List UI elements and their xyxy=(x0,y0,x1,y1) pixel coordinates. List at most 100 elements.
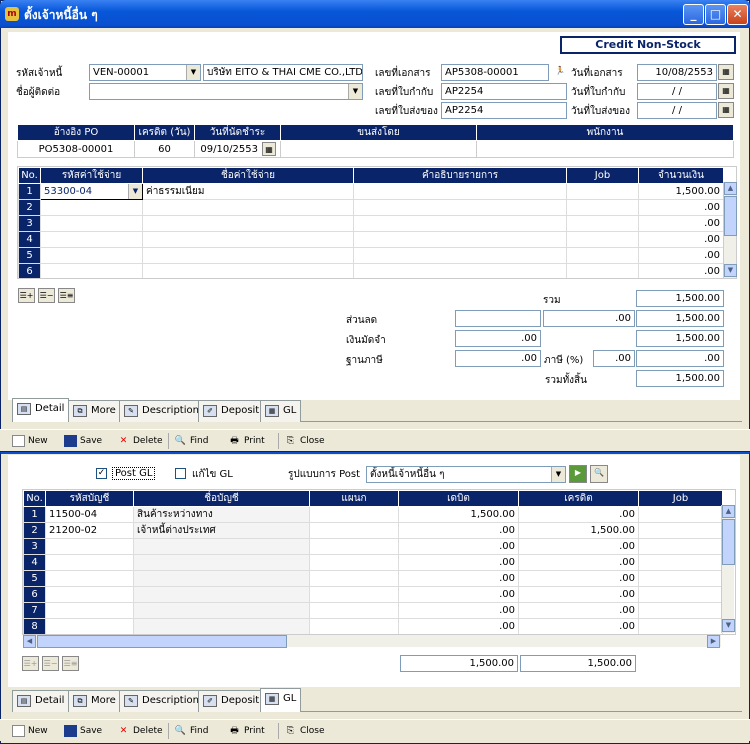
po-ref-cell[interactable]: PO5308-00001 xyxy=(17,140,135,158)
delete-button[interactable]: ✕ Delete xyxy=(117,723,163,739)
amount-cell[interactable]: .00 xyxy=(638,247,724,264)
expense-code-cell[interactable] xyxy=(40,231,143,248)
lookup-icon[interactable]: 🔍 xyxy=(590,465,608,483)
dept-cell[interactable] xyxy=(309,602,399,619)
edit-gl-checkbox[interactable] xyxy=(175,468,186,479)
amount-cell[interactable]: .00 xyxy=(638,199,724,216)
account-name-cell[interactable] xyxy=(133,618,310,634)
expense-name-cell[interactable] xyxy=(142,231,354,248)
tab-description[interactable]: ✎ Description xyxy=(119,690,204,712)
amount-cell[interactable]: .00 xyxy=(638,215,724,232)
discount-amount-field[interactable]: .00 xyxy=(543,310,635,327)
credit-cell[interactable]: .00 xyxy=(518,506,639,523)
description-cell[interactable] xyxy=(353,247,567,264)
run-post-icon[interactable]: ▶ xyxy=(569,465,587,483)
dlv-date-field[interactable]: / / xyxy=(637,102,717,119)
account-code-cell[interactable] xyxy=(45,554,134,571)
credit-cell[interactable]: .00 xyxy=(518,570,639,587)
table-row[interactable]: 5.00 xyxy=(18,247,724,264)
credit-cell[interactable]: .00 xyxy=(518,618,639,634)
dept-cell[interactable] xyxy=(309,554,399,571)
job-cell[interactable] xyxy=(638,602,723,619)
chevron-down-icon[interactable]: ▼ xyxy=(348,84,362,99)
account-name-cell[interactable] xyxy=(133,554,310,571)
credit-cell[interactable]: .00 xyxy=(518,586,639,603)
job-cell[interactable] xyxy=(638,570,723,587)
post-gl-checkbox[interactable]: ✓ xyxy=(96,468,107,479)
scroll-up-icon[interactable]: ▲ xyxy=(722,505,735,518)
ship-by-cell[interactable] xyxy=(280,140,477,158)
job-cell[interactable] xyxy=(566,215,639,232)
table-row[interactable]: 5 .00.00 xyxy=(23,570,723,587)
gl-vscrollbar[interactable]: ▲ ▼ xyxy=(721,505,735,633)
table-row[interactable]: 2.00 xyxy=(18,199,724,216)
debit-cell[interactable]: .00 xyxy=(398,618,519,634)
amount-cell[interactable]: .00 xyxy=(638,263,724,278)
expense-name-cell[interactable] xyxy=(142,215,354,232)
inv-no-field[interactable]: AP2254 xyxy=(441,83,567,100)
discount-text-field[interactable] xyxy=(455,310,541,327)
debit-cell[interactable]: .00 xyxy=(398,554,519,571)
deposit-field[interactable]: .00 xyxy=(455,330,541,347)
account-name-cell[interactable]: เจ้าหนี้ต่างประเทศ xyxy=(133,522,310,539)
vendor-name-field[interactable]: บริษัท EITO & THAI CME CO.,LTD. xyxy=(203,64,363,81)
job-cell[interactable] xyxy=(638,538,723,555)
table-row[interactable]: 4.00 xyxy=(18,231,724,248)
scroll-down-icon[interactable]: ▼ xyxy=(724,264,737,277)
account-code-cell[interactable] xyxy=(45,586,134,603)
table-row[interactable]: 6.00 xyxy=(18,263,724,278)
new-button[interactable]: New xyxy=(12,723,48,739)
tab-gl[interactable]: ▦ GL xyxy=(260,400,302,422)
credit-cell[interactable]: .00 xyxy=(518,602,639,619)
expense-name-cell[interactable] xyxy=(142,199,354,216)
debit-cell[interactable]: .00 xyxy=(398,522,519,539)
print-button[interactable]: 🖶 Print xyxy=(228,433,264,449)
table-row[interactable]: 4 .00.00 xyxy=(23,554,723,571)
job-cell[interactable] xyxy=(638,586,723,603)
expense-name-cell[interactable]: ค่าธรรมเนียม xyxy=(142,183,354,200)
print-button[interactable]: 🖶 Print xyxy=(228,723,264,739)
job-cell[interactable] xyxy=(566,231,639,248)
expense-code-cell[interactable] xyxy=(40,199,143,216)
close-button[interactable]: ⎘ Close xyxy=(284,723,325,739)
chevron-down-icon[interactable]: ▼ xyxy=(551,467,565,482)
job-cell[interactable] xyxy=(566,199,639,216)
credit-cell[interactable]: 1,500.00 xyxy=(518,522,639,539)
description-cell[interactable] xyxy=(353,183,567,200)
tab-more[interactable]: ⧉ More xyxy=(68,690,121,712)
doc-date-field[interactable]: 10/08/2553 xyxy=(637,64,717,81)
tab-description[interactable]: ✎ Description xyxy=(119,400,204,422)
expense-code-cell[interactable]: 53300-04 ▼ xyxy=(40,183,143,200)
delete-button[interactable]: ✕ Delete xyxy=(117,433,163,449)
contact-field[interactable]: ▼ xyxy=(89,83,363,100)
maximize-button[interactable]: □ xyxy=(705,4,726,25)
account-code-cell[interactable] xyxy=(45,602,134,619)
scroll-right-icon[interactable]: ▶ xyxy=(707,635,720,648)
account-name-cell[interactable] xyxy=(133,586,310,603)
table-row[interactable]: 2 21200-02 เจ้าหนี้ต่างประเทศ .00 1,500.00 xyxy=(23,522,723,539)
find-button[interactable]: 🔍 Find xyxy=(174,723,209,739)
gl-hscrollbar[interactable]: ◀ ▶ xyxy=(23,634,721,648)
delete-row-icon[interactable]: ☰− xyxy=(38,288,55,303)
dlv-no-field[interactable]: AP2254 xyxy=(441,102,567,119)
close-window-button[interactable]: ✕ xyxy=(727,4,748,25)
job-cell[interactable] xyxy=(638,522,723,539)
scroll-thumb[interactable] xyxy=(724,196,737,236)
due-date-cell[interactable]: 09/10/2553 ▦ xyxy=(194,140,281,158)
calendar-icon[interactable]: ▦ xyxy=(718,102,734,118)
account-name-cell[interactable]: สินค้าระหว่างทาง xyxy=(133,506,310,523)
account-code-cell[interactable] xyxy=(45,618,134,634)
account-code-cell[interactable]: 11500-04 xyxy=(45,506,134,523)
employee-cell[interactable] xyxy=(476,140,734,158)
save-button[interactable]: Save xyxy=(64,723,102,739)
table-row[interactable]: 6 .00.00 xyxy=(23,586,723,603)
calendar-icon[interactable]: ▦ xyxy=(718,83,734,99)
debit-cell[interactable]: .00 xyxy=(398,570,519,587)
expense-code-cell[interactable] xyxy=(40,263,143,278)
amount-cell[interactable]: 1,500.00 xyxy=(638,183,724,200)
scroll-up-icon[interactable]: ▲ xyxy=(724,182,737,195)
description-cell[interactable] xyxy=(353,199,567,216)
dept-cell[interactable] xyxy=(309,618,399,634)
calendar-icon[interactable]: ▦ xyxy=(718,64,734,80)
tax-base-field[interactable]: .00 xyxy=(455,350,541,367)
